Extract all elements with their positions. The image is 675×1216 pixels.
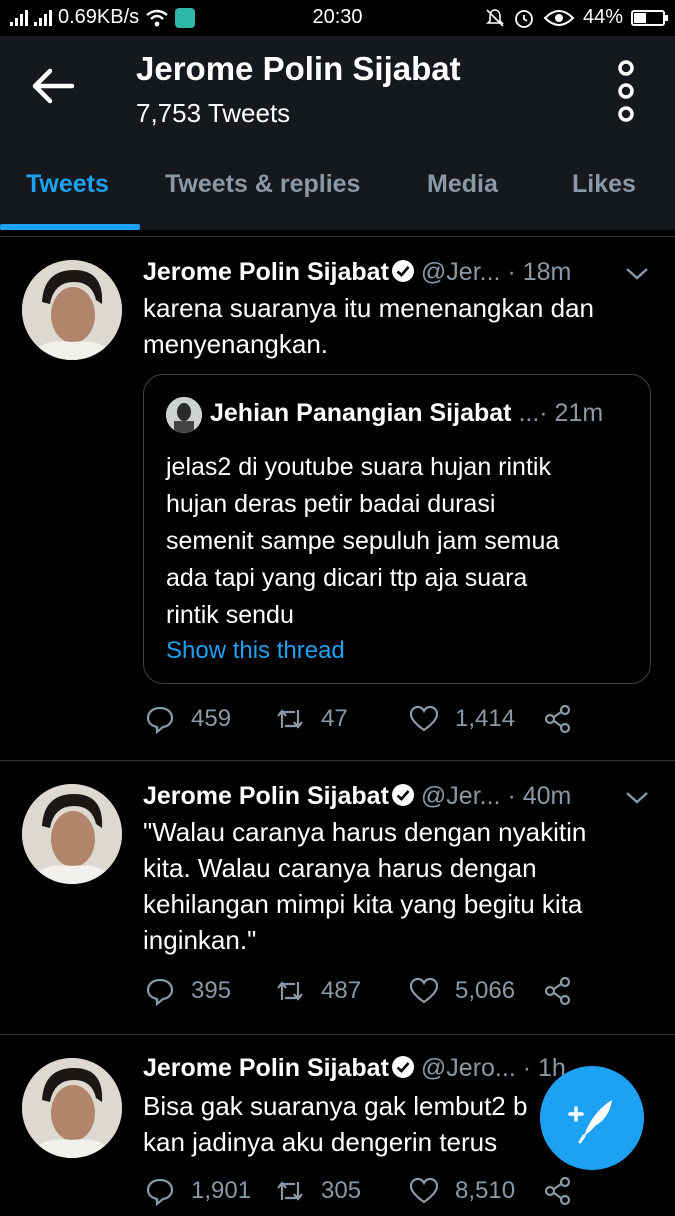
share-button[interactable] <box>543 704 573 734</box>
retweet-button[interactable]: 305 <box>275 1176 361 1206</box>
share-icon <box>544 704 571 734</box>
heart-icon <box>409 705 439 732</box>
tab-tweets[interactable]: Tweets <box>26 170 109 199</box>
battery-icon <box>631 9 668 26</box>
quoted-avatar <box>166 397 202 433</box>
like-count: 8,510 <box>455 1177 516 1204</box>
reply-button[interactable]: 459 <box>145 704 231 734</box>
heart-icon <box>409 977 439 1004</box>
avatar[interactable] <box>22 784 122 884</box>
share-button[interactable] <box>543 1176 573 1206</box>
reply-count: 395 <box>191 977 232 1004</box>
reply-count: 1,901 <box>191 1177 252 1204</box>
retweet-count: 305 <box>321 1177 362 1204</box>
alarm-icon <box>515 9 533 28</box>
divider <box>0 1034 675 1035</box>
share-icon <box>544 976 571 1006</box>
tweet-text: karena suaranya itu menenangkan dan meny… <box>143 293 594 359</box>
author-name[interactable]: Jerome Polin Sijabat <box>143 1054 389 1082</box>
retweet-icon <box>277 1181 303 1201</box>
page-title: Jerome Polin Sijabat <box>136 50 461 87</box>
like-button[interactable]: 5,066 <box>409 976 515 1006</box>
tweet-actions: 1,901 305 8,510 <box>145 1176 585 1216</box>
tab-media[interactable]: Media <box>427 170 498 199</box>
retweet-button[interactable]: 487 <box>275 976 361 1006</box>
chevron-down-icon[interactable] <box>624 266 650 282</box>
reply-icon <box>146 978 174 1006</box>
retweet-count: 487 <box>321 977 362 1004</box>
reply-button[interactable]: 1,901 <box>145 1176 251 1206</box>
reply-icon <box>146 1178 174 1206</box>
retweet-icon <box>277 981 303 1001</box>
tweet-time: · 18m <box>507 258 572 286</box>
reply-count: 459 <box>191 705 232 732</box>
profile-header: Jerome Polin Sijabat 7,753 Tweets <box>0 36 675 138</box>
like-button[interactable]: 1,414 <box>409 704 515 734</box>
battery-percent: 44% <box>582 6 623 28</box>
retweet-button[interactable]: 47 <box>275 704 348 734</box>
verified-badge-icon <box>391 784 414 806</box>
arrow-left-icon[interactable] <box>28 66 80 106</box>
tab-likes[interactable]: Likes <box>572 170 636 199</box>
share-button[interactable] <box>543 976 573 1006</box>
author-handle: @Jero... <box>420 1054 516 1082</box>
quoted-tweet-time: · 21m <box>539 399 604 427</box>
tweet-text: "Walau caranya harus dengan nyakitin kit… <box>143 817 587 955</box>
status-bar: 0.69KB/s 20:30 44% <box>0 0 675 36</box>
divider <box>0 760 675 761</box>
more-vertical-icon[interactable] <box>612 60 640 122</box>
quoted-tweet[interactable]: Jehian Panangian Sijabat ...· 21m jelas2… <box>143 374 651 684</box>
quoted-tweet-text: jelas2 di youtube suara hujan rintik huj… <box>166 453 560 629</box>
like-count: 5,066 <box>455 977 516 1004</box>
author-handle: @Jer... <box>420 782 501 810</box>
verified-badge-icon <box>391 1056 414 1078</box>
share-icon <box>544 1176 571 1206</box>
tweet-count: 7,753 Tweets <box>136 98 291 128</box>
author-name[interactable]: Jerome Polin Sijabat <box>143 258 389 286</box>
tweet-time: · 40m <box>507 782 572 810</box>
reply-icon <box>146 706 174 734</box>
avatar[interactable] <box>22 260 122 360</box>
author-name[interactable]: Jerome Polin Sijabat <box>143 782 389 810</box>
active-tab-indicator <box>0 224 140 230</box>
quoted-author-handle: ... <box>518 399 540 427</box>
eye-icon <box>543 9 575 26</box>
retweet-icon <box>277 709 303 729</box>
like-count: 1,414 <box>455 705 516 732</box>
show-thread-link[interactable]: Show this thread <box>166 637 345 665</box>
avatar[interactable] <box>22 1058 122 1158</box>
author-handle: @Jer... <box>420 258 501 286</box>
tab-tweets-replies[interactable]: Tweets & replies <box>165 170 360 199</box>
reply-button[interactable]: 395 <box>145 976 231 1006</box>
like-button[interactable]: 8,510 <box>409 1176 515 1206</box>
chevron-down-icon[interactable] <box>624 790 650 806</box>
divider <box>0 236 675 237</box>
verified-badge-icon <box>391 260 414 282</box>
retweet-count: 47 <box>321 705 348 732</box>
mute-bell-icon <box>486 8 504 27</box>
compose-tweet-icon <box>568 1100 612 1144</box>
tweet-actions: 395 487 5,066 <box>145 976 585 1016</box>
heart-icon <box>409 1177 439 1204</box>
profile-tabs: Tweets Tweets & replies Media Likes <box>0 138 675 230</box>
compose-tweet-button[interactable] <box>540 1066 644 1170</box>
tweet-actions: 459 47 1,414 <box>145 704 585 744</box>
quoted-author-name: Jehian Panangian Sijabat <box>210 399 512 427</box>
